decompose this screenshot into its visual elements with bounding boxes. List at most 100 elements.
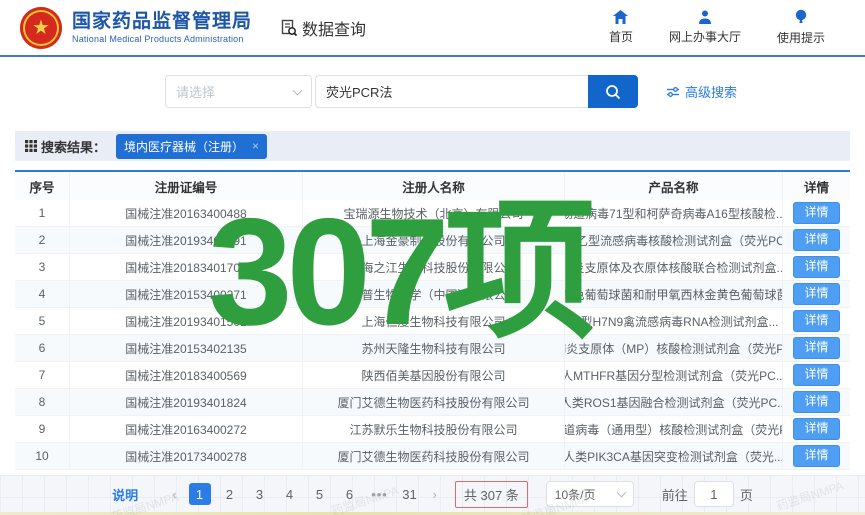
row-cert: 国械注准20163400488 xyxy=(70,200,303,226)
detail-button[interactable]: 详情 xyxy=(793,364,839,386)
app-title-data-query[interactable]: 数据查询 xyxy=(280,16,366,40)
page-button-4[interactable]: 4 xyxy=(279,483,301,505)
detail-button[interactable]: 详情 xyxy=(793,202,839,224)
row-no: 8 xyxy=(15,389,70,415)
detail-button[interactable]: 详情 xyxy=(793,337,839,359)
row-registrant: 宝瑞源生物技术（北京）有限公司 xyxy=(303,200,565,226)
row-product: 甲、乙型流感病毒核酸检测试剂盒（荧光PC... xyxy=(565,227,783,253)
row-product: 肠道病毒（通用型）核酸检测试剂盒（荧光P... xyxy=(565,416,783,442)
detail-button[interactable]: 详情 xyxy=(793,256,839,278)
row-cert: 国械注准20163400272 xyxy=(70,416,303,442)
row-registrant: 泰普生物科学（中国）有限公司 xyxy=(303,281,565,307)
next-page-arrow[interactable]: › xyxy=(429,487,441,502)
row-cert: 国械注准20153400271 xyxy=(70,281,303,307)
document-search-icon xyxy=(280,19,298,37)
col-header-cert: 注册证编号 xyxy=(70,172,303,200)
col-header-registrant: 注册人名称 xyxy=(303,172,565,200)
row-no: 2 xyxy=(15,227,70,253)
row-cert: 国械注准20193401501 xyxy=(70,308,303,334)
detail-button[interactable]: 详情 xyxy=(793,283,839,305)
row-product: 肠道病毒71型和柯萨奇病毒A16型核酸检... xyxy=(565,200,783,226)
col-header-no: 序号 xyxy=(15,172,70,200)
table-row: 10 国械注准20173400278 厦门艾德生物医药科技股份有限公司 人类PI… xyxy=(15,443,850,470)
prev-page-arrow[interactable]: ‹ xyxy=(168,487,180,502)
advanced-search-link[interactable]: 高级搜索 xyxy=(666,82,737,101)
site-subtitle: National Medical Products Administration xyxy=(72,34,252,44)
row-product: 甲型H7N9禽流感病毒RNA检测试剂盒... xyxy=(565,308,783,334)
note-link[interactable]: 说明 xyxy=(112,485,138,504)
row-registrant: 上海金豪制药股份有限公司 xyxy=(303,227,565,253)
row-cert: 国械注准20193401824 xyxy=(70,389,303,415)
row-product: 人类PIK3CA基因突变检测试剂盒（荧光... xyxy=(565,443,783,469)
table-row: 4 国械注准20153400271 泰普生物科学（中国）有限公司 金黄色葡萄球菌… xyxy=(15,281,850,308)
bulb-icon xyxy=(794,9,808,26)
app-title-label: 数据查询 xyxy=(302,16,366,40)
filter-tag-domestic-device[interactable]: 境内医疗器械（注册） × xyxy=(116,134,267,159)
header-nav: 首页 网上办事大厅 使用提示 xyxy=(609,9,825,46)
page-button-1[interactable]: 1 xyxy=(189,483,211,505)
site-brand: 国家药品监督管理局 National Medical Products Admi… xyxy=(72,11,252,44)
table-row: 7 国械注准20183400569 陕西佰美基因股份有限公司 人MTHFR基因分… xyxy=(15,362,850,389)
nav-usage-tips[interactable]: 使用提示 xyxy=(777,9,825,46)
page-size-select[interactable]: 10条/页 xyxy=(546,481,634,507)
detail-button[interactable]: 详情 xyxy=(793,391,839,413)
row-no: 7 xyxy=(15,362,70,388)
search-button[interactable] xyxy=(588,75,638,108)
search-icon xyxy=(604,83,622,101)
row-no: 5 xyxy=(15,308,70,334)
user-icon xyxy=(697,9,713,25)
row-no: 4 xyxy=(15,281,70,307)
site-title: 国家药品监督管理局 xyxy=(72,11,252,34)
detail-button[interactable]: 详情 xyxy=(793,418,839,440)
table-row: 9 国械注准20163400272 江苏默乐生物科技股份有限公司 肠道病毒（通用… xyxy=(15,416,850,443)
col-header-product: 产品名称 xyxy=(565,172,783,200)
nav-online-hall[interactable]: 网上办事大厅 xyxy=(669,9,741,46)
page-ellipsis[interactable]: ••• xyxy=(369,483,391,505)
goto-suffix-label: 页 xyxy=(740,485,753,504)
row-cert: 国械注准20153402135 xyxy=(70,335,303,361)
page-button-6[interactable]: 6 xyxy=(339,483,361,505)
nav-home[interactable]: 首页 xyxy=(609,9,633,46)
row-registrant: 上海之江生物科技股份有限公司 xyxy=(303,254,565,280)
filter-tag-label: 境内医疗器械（注册） xyxy=(124,138,244,155)
chevron-down-icon xyxy=(293,85,303,95)
row-cert: 国械注准20183401705 xyxy=(70,254,303,280)
category-select[interactable]: 请选择 xyxy=(165,75,312,108)
search-bar: 请选择 高级搜索 xyxy=(165,75,737,108)
row-registrant: 陕西佰美基因股份有限公司 xyxy=(303,362,565,388)
search-result-bar: 搜索结果： 境内医疗器械（注册） × xyxy=(15,131,850,161)
table-row: 2 国械注准20193400891 上海金豪制药股份有限公司 甲、乙型流感病毒核… xyxy=(15,227,850,254)
page-button-31[interactable]: 31 xyxy=(399,483,421,505)
table-row: 1 国械注准20163400488 宝瑞源生物技术（北京）有限公司 肠道病毒71… xyxy=(15,200,850,227)
row-product: 人MTHFR基因分型检测试剂盒（荧光PC... xyxy=(565,362,783,388)
goto-page: 前往 页 xyxy=(662,481,753,507)
search-input[interactable] xyxy=(315,75,588,108)
page: ★ 国家药品监督管理局 National Medical Products Ad… xyxy=(0,0,865,515)
row-product: 肺炎支原体及衣原体核酸联合检测试剂盒... xyxy=(565,254,783,280)
home-icon xyxy=(612,9,629,25)
nav-usage-tips-label: 使用提示 xyxy=(777,29,825,46)
detail-button[interactable]: 详情 xyxy=(793,445,839,467)
nav-home-label: 首页 xyxy=(609,28,633,45)
row-registrant: 厦门艾德生物医药科技股份有限公司 xyxy=(303,443,565,469)
page-button-3[interactable]: 3 xyxy=(249,483,271,505)
page-button-5[interactable]: 5 xyxy=(309,483,331,505)
detail-button[interactable]: 详情 xyxy=(793,310,839,332)
national-emblem-logo: ★ xyxy=(20,7,62,49)
page-size-value: 10条/页 xyxy=(555,486,596,503)
header: ★ 国家药品监督管理局 National Medical Products Ad… xyxy=(0,0,865,57)
detail-button[interactable]: 详情 xyxy=(793,229,839,251)
row-cert: 国械注准20173400278 xyxy=(70,443,303,469)
page-button-2[interactable]: 2 xyxy=(219,483,241,505)
pagination: 说明 ‹ 1 2 3 4 5 6 ••• 31 › 共 307 条 10条/页 … xyxy=(0,480,865,508)
tag-close-icon[interactable]: × xyxy=(252,139,259,153)
goto-page-input[interactable] xyxy=(694,481,734,507)
row-cert: 国械注准20193400891 xyxy=(70,227,303,253)
category-select-placeholder: 请选择 xyxy=(176,82,294,101)
row-no: 9 xyxy=(15,416,70,442)
row-registrant: 苏州天隆生物科技有限公司 xyxy=(303,335,565,361)
row-product: 金黄色葡萄球菌和耐甲氧西林金黄色葡萄球菌... xyxy=(565,281,783,307)
nav-online-hall-label: 网上办事大厅 xyxy=(669,28,741,45)
col-header-detail: 详情 xyxy=(783,172,850,200)
table-header-row: 序号 注册证编号 注册人名称 产品名称 详情 xyxy=(15,172,850,200)
